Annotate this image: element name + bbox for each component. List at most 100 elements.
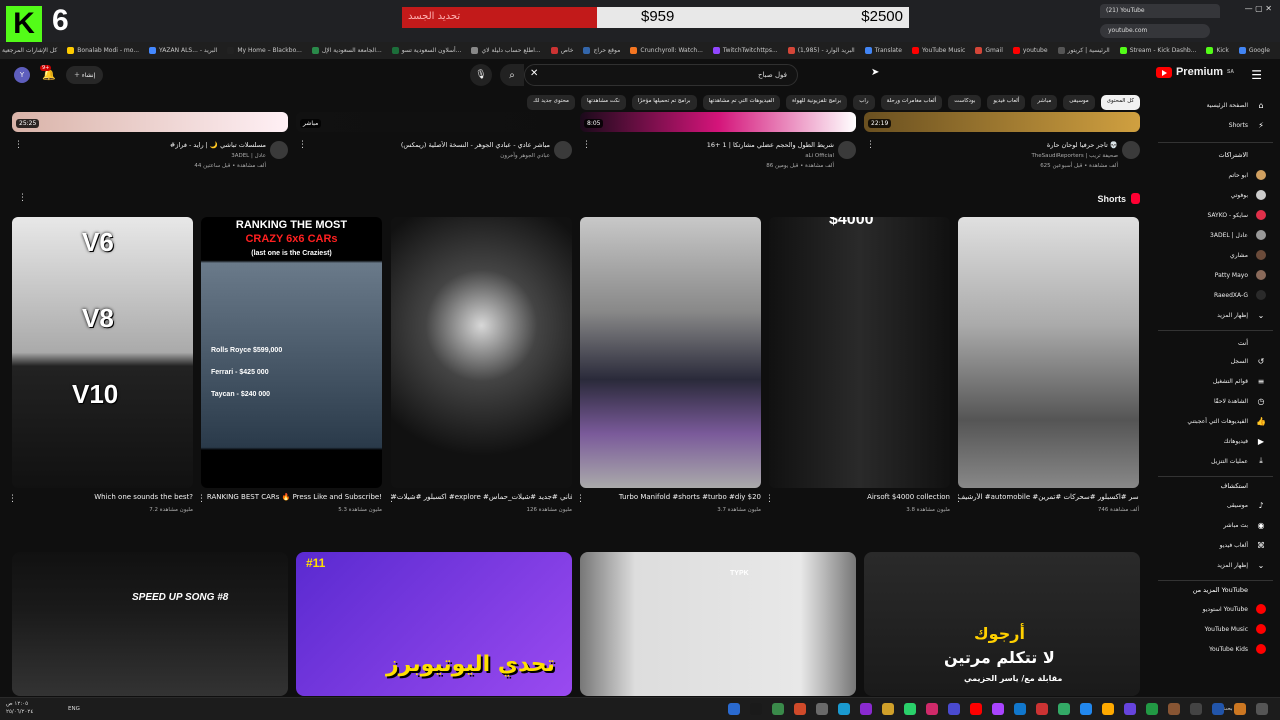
short-more-icon[interactable]: ⋮ (197, 494, 206, 504)
taskbar-app-icon[interactable] (1256, 703, 1268, 715)
filter-chip[interactable]: ألعاب مغامرات ورحلة (880, 94, 943, 110)
channel-avatar[interactable] (1122, 141, 1140, 159)
sidebar-item[interactable]: ألعاب فيديو ⌘ (1146, 538, 1266, 552)
taskbar-app-icon[interactable] (1036, 703, 1048, 715)
bookmark-item[interactable]: موقع حراج (583, 47, 620, 54)
video-title[interactable]: #مسلسلات تباشي 🌙 | رايد - فراز (26, 141, 266, 149)
short-thumbnail[interactable]: RANKING THE MOST CRAZY 6x6 CARs (last one … (201, 217, 382, 488)
short-thumbnail[interactable] (391, 217, 572, 488)
sidebar-item[interactable]: عمليات التنزيل ⤓ (1146, 454, 1266, 468)
channel-avatar[interactable] (838, 141, 856, 159)
short-title[interactable]: #اكسبلور #شيلات #explore #ترند #تصميمي #… (391, 493, 572, 501)
short-more-icon[interactable]: ⋮ (954, 494, 963, 504)
video-title[interactable]: شريط الطول والحجم عضلي مشارتكا | 1 +16 (594, 141, 834, 149)
you-heading[interactable]: أنت (1238, 339, 1248, 347)
short-thumbnail[interactable] (580, 217, 761, 488)
bookmark-item[interactable]: (1,985) - البريد الوارد (787, 47, 855, 54)
account-avatar[interactable]: Y (14, 67, 30, 83)
short-title[interactable]: RANKING BEST CARs 🔥 Press Like and Subsc… (201, 493, 382, 501)
sidebar-item[interactable]: Patty Mayo (1146, 268, 1266, 282)
short-more-icon[interactable]: ⋮ (765, 494, 774, 504)
sidebar-item[interactable]: الشاهدة لاحقًا ◷ (1146, 394, 1266, 408)
sidebar-item[interactable]: إظهار المزيد ⌄ (1146, 558, 1266, 572)
video-thumbnail[interactable]: #11 تحدي اليوتيوبرز (296, 552, 572, 696)
channel-name[interactable]: 3ADEL | عادل (26, 153, 266, 159)
taskbar-app-icon[interactable] (1212, 703, 1224, 715)
short-more-icon[interactable]: ⋮ (576, 494, 585, 504)
sidebar-item[interactable]: قوائم التشغيل ≡ (1146, 374, 1266, 388)
filter-chip[interactable]: برامج تلفزيونية للهواة (786, 94, 848, 110)
url-bar[interactable]: youtube.com (1100, 24, 1210, 38)
filter-chip[interactable]: برامج تم تحميلها مؤخرًا (631, 94, 697, 110)
video-more-icon[interactable]: ⋮ (298, 140, 307, 150)
short-title[interactable]: الأرشيف #automobile #كاسر #اكسبلور #سحرك… (958, 493, 1139, 501)
bookmark-item[interactable]: اطلع حساب دليلة لاي... (471, 47, 541, 54)
channel-avatar[interactable] (554, 141, 572, 159)
bookmark-item[interactable]: YAZAN ALS... - البريد (149, 47, 217, 54)
video-thumbnail[interactable]: 8:05 (580, 112, 856, 132)
channel-name[interactable]: عبادي الجوهر وآخرون (310, 153, 550, 159)
filter-chip[interactable]: كل المحتوى (1100, 94, 1140, 110)
taskbar-app-icon[interactable] (992, 703, 1004, 715)
sidebar-item[interactable]: 3ADEL | عادل (1146, 228, 1266, 242)
sidebar-item[interactable]: مشاري (1146, 248, 1266, 262)
video-thumbnail[interactable]: TYPK (580, 552, 856, 696)
taskbar-app-icon[interactable] (838, 703, 850, 715)
bookmark-item[interactable]: My Home – Blackbo... (227, 47, 302, 54)
video-thumbnail[interactable]: SPEED UP SONG #8 (12, 552, 288, 696)
taskbar-app-icon[interactable] (860, 703, 872, 715)
search-input[interactable]: فول صباح (524, 64, 798, 86)
search-button-icon[interactable]: ⌕ (500, 64, 524, 86)
create-button[interactable]: ＋ إنشاء (66, 66, 104, 84)
bookmark-item[interactable]: خاص (550, 47, 573, 54)
bookmark-item[interactable]: youtube (1012, 47, 1048, 54)
sidebar-item[interactable]: الصفحة الرئيسية ⌂ (1146, 98, 1266, 112)
short-title[interactable]: Airsoft $4000 collection (769, 493, 950, 501)
bookmark-item[interactable]: Gmail (975, 47, 1003, 54)
sidebar-item[interactable]: السجل ↺ (1146, 354, 1266, 368)
taskbar-language[interactable]: ENG (68, 706, 80, 712)
bookmark-item[interactable]: أسلاون السعودية تسو... (391, 47, 461, 54)
sidebar-item[interactable]: ابو حاتم (1146, 168, 1266, 182)
taskbar-app-icon[interactable] (1102, 703, 1114, 715)
channel-avatar[interactable] (270, 141, 288, 159)
short-title[interactable]: Which one sounds the best? (12, 493, 193, 501)
video-title[interactable]: تاجر حرفيا لوحان حارة 💀 (878, 141, 1118, 149)
browser-tab[interactable]: (21) YouTube (1100, 4, 1220, 18)
short-more-icon[interactable]: ⋮ (387, 494, 396, 504)
sidebar-item[interactable]: موسيقى ♪ (1146, 498, 1266, 512)
taskbar-app-icon[interactable] (1014, 703, 1026, 715)
short-title[interactable]: Turbo Manifold #shorts #turbo #diy $20 (580, 493, 761, 501)
short-thumbnail[interactable]: V6 V8 V10 (12, 217, 193, 488)
bookmark-item[interactable]: كل الإشارات المرجعية (0, 47, 57, 54)
sidebar-item[interactable]: بوفوتي (1146, 188, 1266, 202)
short-more-icon[interactable]: ⋮ (8, 494, 17, 504)
taskbar-app-icon[interactable] (1234, 703, 1246, 715)
sidebar-item[interactable]: إظهار المزيد ⌄ (1146, 308, 1266, 322)
bookmark-item[interactable]: Google (1238, 47, 1270, 54)
bookmark-item[interactable]: الرئيسية | كريتور (1057, 47, 1110, 54)
taskbar-app-icon[interactable] (1080, 703, 1092, 715)
bookmark-item[interactable]: Translate (864, 47, 902, 54)
youtube-premium-logo[interactable]: Premium SA (1155, 66, 1234, 78)
window-controls[interactable]: — ▢ ✕ (1245, 4, 1272, 13)
sidebar-item[interactable]: بث مباشر ◉ (1146, 518, 1266, 532)
sidebar-item[interactable]: الفيديوهات التي أعجبتني 👍 (1146, 414, 1266, 428)
voice-search-mic-icon[interactable]: 🎙 (470, 64, 492, 86)
sidebar-item[interactable]: استوديو YouTube (1146, 602, 1266, 616)
taskbar-app-icon[interactable] (904, 703, 916, 715)
video-thumbnail[interactable]: 22:19 (864, 112, 1140, 132)
video-thumbnail[interactable]: مباشر (296, 112, 572, 132)
short-thumbnail[interactable]: $4000 (769, 217, 950, 488)
bookmark-item[interactable]: Stream - Kick Dashb... (1119, 47, 1196, 54)
sidebar-item[interactable]: YouTube Kids (1146, 642, 1266, 656)
shorts-more-icon[interactable]: ⋮ (18, 193, 27, 203)
video-more-icon[interactable]: ⋮ (14, 140, 23, 150)
taskbar-app-icon[interactable] (728, 703, 740, 715)
bookmark-item[interactable]: Crunchyroll: Watch... (630, 47, 703, 54)
taskbar-app-icon[interactable] (1146, 703, 1158, 715)
sidebar-item[interactable]: RaeedXA-G (1146, 288, 1266, 302)
taskbar-app-icon[interactable] (1124, 703, 1136, 715)
bookmark-item[interactable]: الجامعة السعودية الإل... (311, 47, 382, 54)
filter-chip[interactable]: نكت مشاهدتها (581, 94, 626, 110)
